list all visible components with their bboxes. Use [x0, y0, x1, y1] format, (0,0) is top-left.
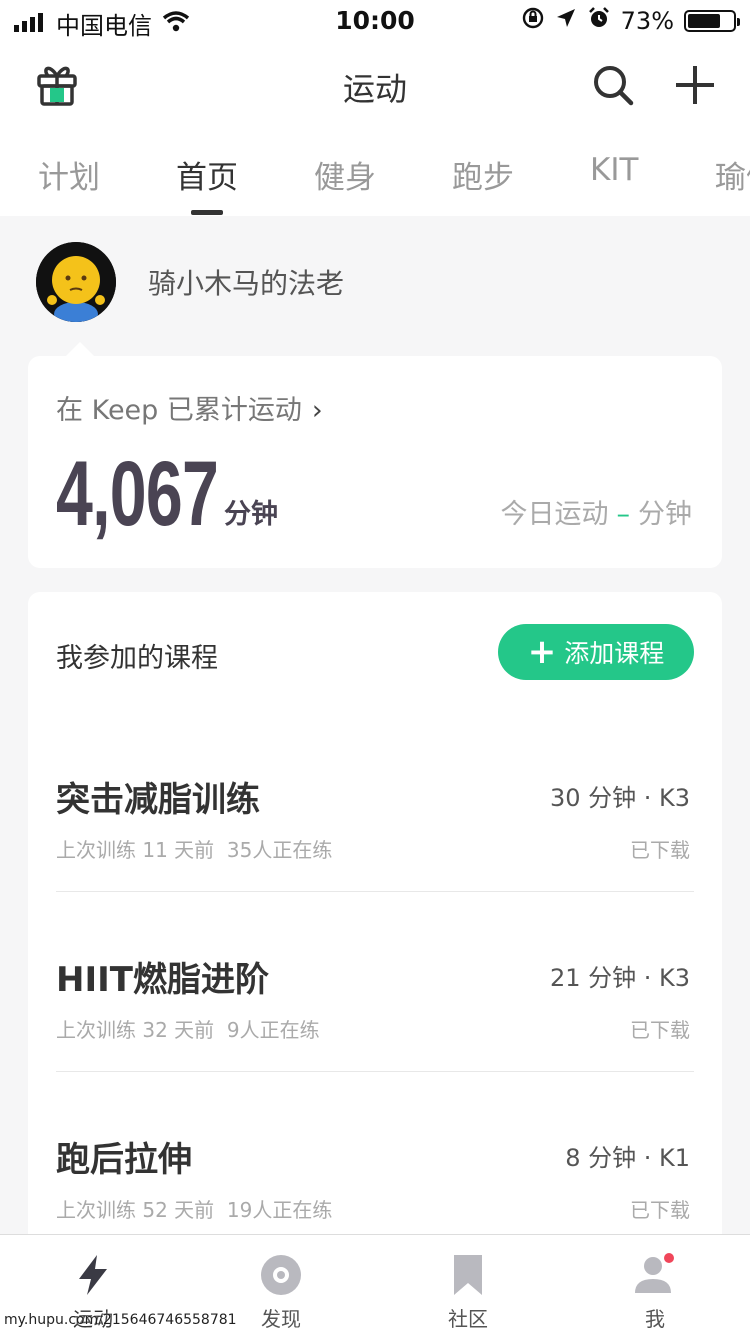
tab-running[interactable]: 跑步: [452, 152, 514, 197]
course-meta: 30 分钟 · K3: [549, 784, 690, 812]
total-minutes: 4,067: [56, 443, 219, 545]
bookmark-icon: [446, 1253, 490, 1297]
course-sub: 上次训练 52 天前 19人正在练: [56, 1194, 332, 1223]
search-icon[interactable]: [592, 64, 634, 106]
tabbar-me[interactable]: 我: [595, 1253, 715, 1332]
tab-home[interactable]: 首页: [176, 152, 238, 197]
divider: [56, 891, 694, 892]
watermark: my.hupu.com/215646746558781: [4, 1312, 237, 1328]
alarm-icon: [587, 6, 611, 36]
course-status: 已下载: [630, 1018, 690, 1042]
tabbar-label: 社区: [448, 1307, 488, 1331]
course-item[interactable]: 突击减脂训练 30 分钟 · K3 上次训练 11 天前 35人正在练 已下载: [56, 732, 694, 912]
add-course-label: 添加课程: [564, 639, 665, 668]
today-value: –: [616, 499, 631, 530]
location-icon: [555, 7, 577, 35]
today-label: 今日运动: [500, 499, 609, 530]
profile-row[interactable]: 骑小木马的法老: [36, 242, 344, 322]
tabbar-label: 我: [645, 1307, 665, 1331]
stats-card[interactable]: 在 Keep 已累计运动 › 4,067 分钟 今日运动 – 分钟: [28, 342, 722, 568]
course-active: 35人正在练: [226, 838, 333, 862]
top-tabs: 计划 首页 健身 跑步 KIT 瑜伽: [0, 130, 750, 216]
battery-icon: [684, 10, 740, 32]
total-unit: 分钟: [224, 499, 278, 530]
divider: [56, 1071, 694, 1072]
course-status: 已下载: [630, 838, 690, 862]
plus-icon: +: [527, 632, 557, 672]
tab-yoga[interactable]: 瑜伽: [715, 152, 750, 197]
battery-percent: 73%: [620, 7, 674, 35]
today-unit: 分钟: [638, 499, 692, 530]
notification-badge: [664, 1253, 674, 1263]
tab-plan[interactable]: 计划: [38, 152, 100, 197]
lightning-icon: [71, 1253, 115, 1297]
add-course-button[interactable]: + 添加课程: [498, 624, 694, 680]
course-status: 已下载: [630, 1198, 690, 1222]
course-name: 跑后拉伸: [56, 1140, 192, 1180]
course-meta: 8 分钟 · K1: [565, 1144, 690, 1172]
avatar[interactable]: [36, 242, 116, 322]
today-summary: 今日运动 – 分钟: [501, 492, 693, 531]
courses-title: 我参加的课程: [56, 643, 218, 674]
status-bar: 中国电信 10:00 73%: [0, 0, 750, 40]
course-sub: 上次训练 11 天前 35人正在练: [56, 834, 332, 863]
chevron-right-icon: ›: [311, 395, 323, 426]
plus-icon[interactable]: [674, 64, 716, 106]
course-item[interactable]: HIIT燃脂进阶 21 分钟 · K3 上次训练 32 天前 9人正在练 已下载: [56, 912, 694, 1092]
stats-label-text: 在 Keep 已累计运动: [56, 395, 302, 426]
tab-fitness[interactable]: 健身: [314, 152, 376, 197]
course-name: HIIT燃脂进阶: [56, 960, 269, 1000]
course-last: 上次训练 32 天前: [56, 1018, 215, 1042]
course-active: 19人正在练: [226, 1198, 333, 1222]
course-last: 上次训练 11 天前: [56, 838, 215, 862]
course-meta: 21 分钟 · K3: [549, 964, 690, 992]
tab-indicator: [191, 210, 223, 215]
course-last: 上次训练 52 天前: [56, 1198, 215, 1222]
tab-kit[interactable]: KIT: [590, 152, 638, 188]
tabbar-discover[interactable]: 发现: [221, 1253, 341, 1332]
tabbar-label: 发现: [261, 1307, 301, 1331]
user-icon: [633, 1253, 677, 1297]
courses-card: 我参加的课程 + 添加课程 突击减脂训练 30 分钟 · K3 上次训练 11 …: [28, 592, 722, 1252]
tabbar-community[interactable]: 社区: [408, 1253, 528, 1332]
nav-bar: 运动: [0, 40, 750, 130]
profile-name: 骑小木马的法老: [148, 267, 345, 300]
page-title: 运动: [342, 70, 407, 108]
discover-icon: [259, 1253, 303, 1297]
course-active: 9人正在练: [226, 1018, 320, 1042]
course-name: 突击减脂训练: [56, 780, 260, 820]
rotation-lock-icon: [521, 6, 545, 36]
course-sub: 上次训练 32 天前 9人正在练: [56, 1014, 320, 1043]
stats-label[interactable]: 在 Keep 已累计运动 ›: [56, 388, 323, 427]
